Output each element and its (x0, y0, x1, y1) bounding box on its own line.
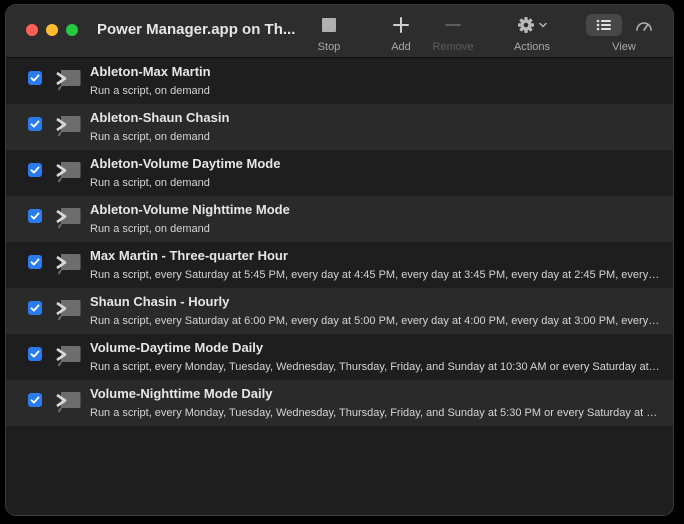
list-item[interactable]: Ableton-Shaun Chasin Run a script, on dem… (6, 104, 673, 150)
enable-checkbox[interactable] (28, 163, 42, 177)
script-action-icon (54, 113, 82, 142)
list-icon (596, 19, 611, 31)
event-name: Shaun Chasin - Hourly (90, 294, 230, 309)
event-description: Run a script, every Monday, Tuesday, Wed… (90, 361, 662, 373)
checkmark-icon (30, 258, 40, 266)
stop-button[interactable]: Stop (299, 13, 359, 55)
checkmark-icon (30, 120, 40, 128)
remove-label: Remove (432, 41, 474, 53)
add-button[interactable]: Add (371, 13, 431, 55)
list-item[interactable]: Ableton-Max Martin Run a script, on deman… (6, 58, 673, 104)
view-label: View (612, 41, 636, 53)
script-action-icon (54, 205, 82, 234)
gauge-view-button[interactable] (626, 14, 662, 36)
event-description: Run a script, on demand (90, 131, 210, 143)
window-title: Power Manager.app on Th... (97, 21, 296, 38)
minimize-window-button[interactable] (46, 24, 58, 36)
list-view-button[interactable] (586, 14, 622, 36)
checkmark-icon (30, 74, 40, 82)
event-description: Run a script, every Saturday at 6:00 PM,… (90, 315, 662, 327)
list-item[interactable]: Max Martin - Three-quarter Hour Run a scr… (6, 242, 673, 288)
stop-icon (321, 13, 337, 37)
checkmark-icon (30, 350, 40, 358)
script-action-icon (54, 343, 82, 372)
enable-checkbox[interactable] (28, 71, 42, 85)
enable-checkbox[interactable] (28, 347, 42, 361)
event-description: Run a script, every Monday, Tuesday, Wed… (90, 407, 662, 419)
event-description: Run a script, every Saturday at 5:45 PM,… (90, 269, 662, 281)
event-name: Volume-Daytime Mode Daily (90, 340, 264, 355)
event-name: Ableton-Volume Daytime Mode (90, 156, 281, 171)
script-action-icon (54, 389, 82, 418)
script-action-icon (54, 297, 82, 326)
event-name: Volume-Nighttime Mode Daily (90, 386, 273, 401)
add-label: Add (391, 41, 411, 53)
enable-checkbox[interactable] (28, 255, 42, 269)
list-item[interactable]: Ableton-Volume Daytime Mode Run a script,… (6, 150, 673, 196)
view-control: View (579, 13, 669, 55)
event-list: Ableton-Max Martin Run a script, on deman… (6, 58, 673, 515)
plus-icon (393, 13, 409, 37)
checkmark-icon (30, 304, 40, 312)
stop-label: Stop (317, 41, 341, 53)
event-name: Ableton-Volume Nighttime Mode (90, 202, 290, 217)
enable-checkbox[interactable] (28, 301, 42, 315)
close-window-button[interactable] (26, 24, 38, 36)
script-action-icon (54, 159, 82, 188)
actions-menu-button[interactable]: Actions (502, 13, 562, 55)
gear-icon (517, 17, 534, 33)
event-name: Max Martin - Three-quarter Hour (90, 248, 288, 263)
list-item[interactable]: Volume-Nighttime Mode Daily Run a script,… (6, 380, 673, 426)
list-item[interactable]: Volume-Daytime Mode Daily Run a script, e… (6, 334, 673, 380)
zoom-window-button[interactable] (66, 24, 78, 36)
list-item[interactable]: Ableton-Volume Nighttime Mode Run a scrip… (6, 196, 673, 242)
enable-checkbox[interactable] (28, 117, 42, 131)
gauge-icon (636, 22, 652, 31)
enable-checkbox[interactable] (28, 393, 42, 407)
chevron-down-icon (538, 22, 547, 28)
script-action-icon (54, 67, 82, 96)
event-description: Run a script, on demand (90, 177, 210, 189)
remove-button[interactable]: Remove (423, 13, 483, 55)
event-description: Run a script, on demand (90, 85, 210, 97)
list-item[interactable]: Shaun Chasin - Hourly Run a script, every… (6, 288, 673, 334)
event-name: Ableton-Shaun Chasin (90, 110, 230, 125)
event-name: Ableton-Max Martin (90, 64, 211, 79)
checkmark-icon (30, 166, 40, 174)
checkmark-icon (30, 212, 40, 220)
toolbar: Power Manager.app on Th... Stop Add Remo… (6, 5, 673, 58)
actions-label: Actions (513, 41, 551, 53)
event-description: Run a script, on demand (90, 223, 210, 235)
minus-icon (445, 13, 461, 37)
enable-checkbox[interactable] (28, 209, 42, 223)
checkmark-icon (30, 396, 40, 404)
script-action-icon (54, 251, 82, 280)
app-window: Power Manager.app on Th... Stop Add Remo… (6, 5, 673, 515)
